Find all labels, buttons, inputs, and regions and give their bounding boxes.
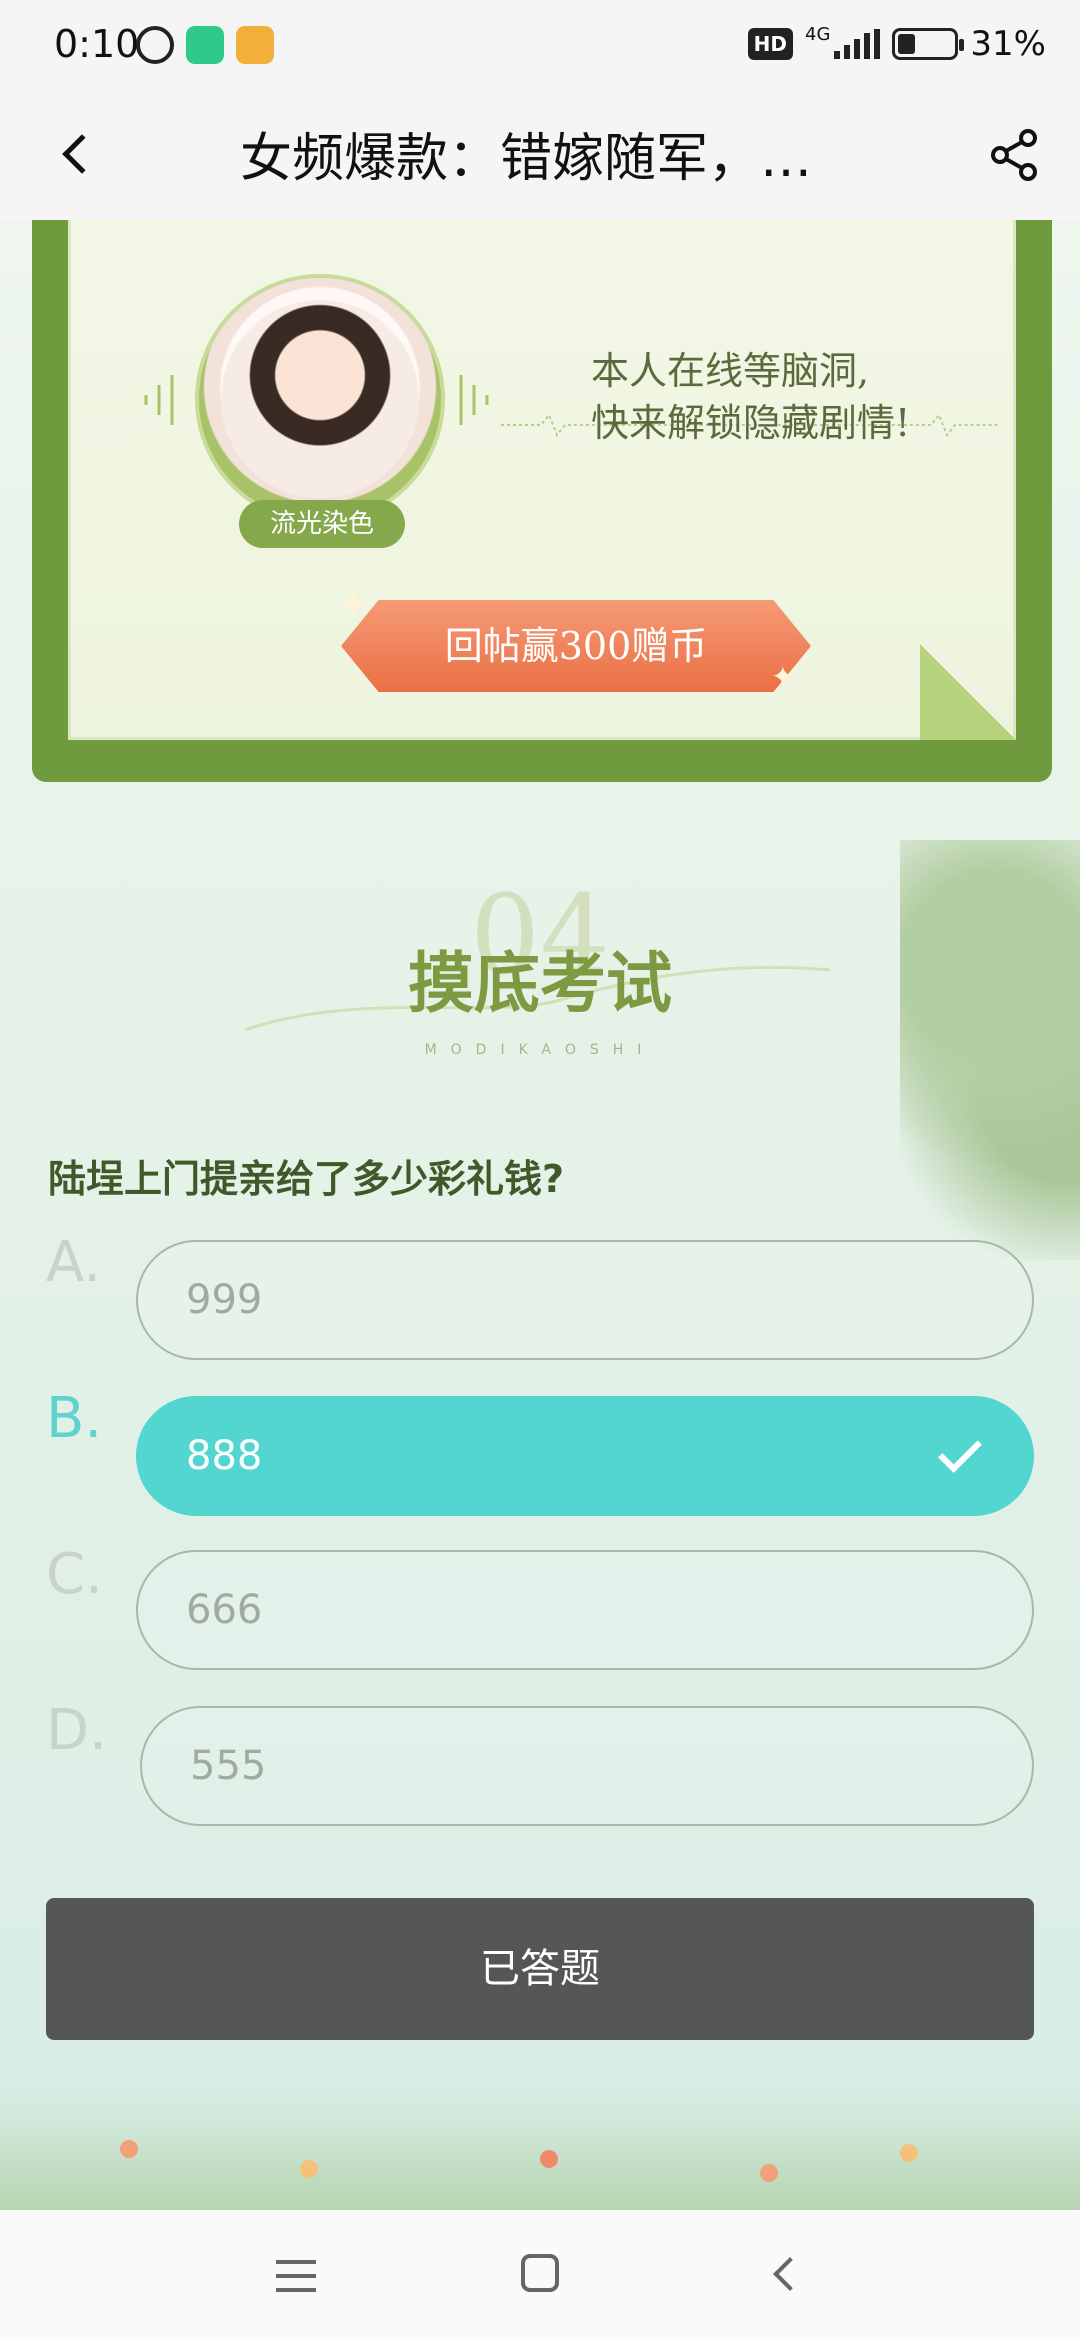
option-b[interactable]: 888 <box>136 1396 1034 1516</box>
author-avatar[interactable] <box>195 274 445 524</box>
back-icon[interactable] <box>773 2257 807 2291</box>
hd-badge: HD <box>747 28 794 60</box>
share-button[interactable] <box>980 120 1050 190</box>
battery-level <box>898 34 916 54</box>
section-subtitle: MODIKAOSHI <box>424 1042 656 1058</box>
sparkle-icon: ✦ <box>336 582 370 628</box>
sparkle-icon: ✦ <box>771 660 795 693</box>
page-title: 女频爆款：错嫁随军，… <box>240 129 813 189</box>
section-title: 摸底考试 <box>408 944 672 1022</box>
promo-message-line2: 快来解锁隐藏剧情! <box>591 401 911 445</box>
weibo-app-icon <box>236 26 274 64</box>
app-header: 女频爆款：错嫁随军，… <box>0 92 1080 220</box>
chevron-left-icon <box>62 134 102 174</box>
option-text: 666 <box>186 1587 263 1633</box>
system-nav-bar <box>0 2210 1080 2340</box>
promo-panel: 流光染色 本人在线等脑洞, 快来解锁隐藏剧情! 回帖赢300赠币 ✦ ✦ <box>68 220 1016 740</box>
sound-wave-icon <box>459 375 489 425</box>
answered-button[interactable]: 已答题 <box>46 1898 1034 2040</box>
option-letter-d: D. <box>46 1698 107 1763</box>
flower-decoration <box>540 2150 558 2168</box>
author-name: 流光染色 <box>239 500 405 548</box>
shield-app-icon <box>186 26 224 64</box>
content-area[interactable]: 流光染色 本人在线等脑洞, 快来解锁隐藏剧情! 回帖赢300赠币 ✦ ✦ 04 … <box>0 220 1080 2210</box>
flower-decoration <box>300 2160 318 2178</box>
home-icon[interactable] <box>521 2254 559 2292</box>
page-fold-decoration <box>920 644 1016 740</box>
promo-message-line1: 本人在线等脑洞, <box>591 349 870 393</box>
share-icon <box>991 129 1037 181</box>
menu-icon[interactable] <box>276 2260 316 2302</box>
option-c[interactable]: 666 <box>136 1550 1034 1670</box>
check-icon <box>938 1429 982 1473</box>
flower-decoration <box>120 2140 138 2158</box>
option-letter-a: A. <box>46 1230 102 1295</box>
scenery-decoration <box>0 2080 1080 2210</box>
network-type: 4G <box>805 23 831 45</box>
back-button[interactable] <box>50 122 114 186</box>
promo-message: 本人在线等脑洞, 快来解锁隐藏剧情! <box>591 345 971 449</box>
reply-reward-button[interactable]: 回帖赢300赠币 <box>341 600 811 692</box>
status-bar: 0:10 HD 4G 31% <box>0 0 1080 92</box>
option-text: 999 <box>186 1277 263 1323</box>
signal-icon <box>834 29 881 59</box>
option-text: 555 <box>190 1743 267 1789</box>
battery-percent: 31% <box>970 24 1046 64</box>
option-letter-c: C. <box>46 1542 103 1607</box>
avatar-portrait <box>221 300 419 498</box>
system-indicators: HD 4G 31% <box>747 23 1046 64</box>
alarm-icon <box>136 26 174 64</box>
flower-decoration <box>760 2164 778 2182</box>
option-d[interactable]: 555 <box>140 1706 1034 1826</box>
battery-icon <box>892 28 965 60</box>
status-time: 0:10 <box>54 22 140 66</box>
quiz-question: 陆埕上门提亲给了多少彩礼钱? <box>48 1157 565 1201</box>
sound-wave-icon <box>144 375 174 425</box>
promo-card: 流光染色 本人在线等脑洞, 快来解锁隐藏剧情! 回帖赢300赠币 ✦ ✦ <box>32 220 1052 782</box>
notification-icons <box>136 26 274 64</box>
flower-decoration <box>900 2144 918 2162</box>
option-letter-b: B. <box>46 1386 103 1451</box>
option-text: 888 <box>186 1433 263 1479</box>
option-a[interactable]: 999 <box>136 1240 1034 1360</box>
